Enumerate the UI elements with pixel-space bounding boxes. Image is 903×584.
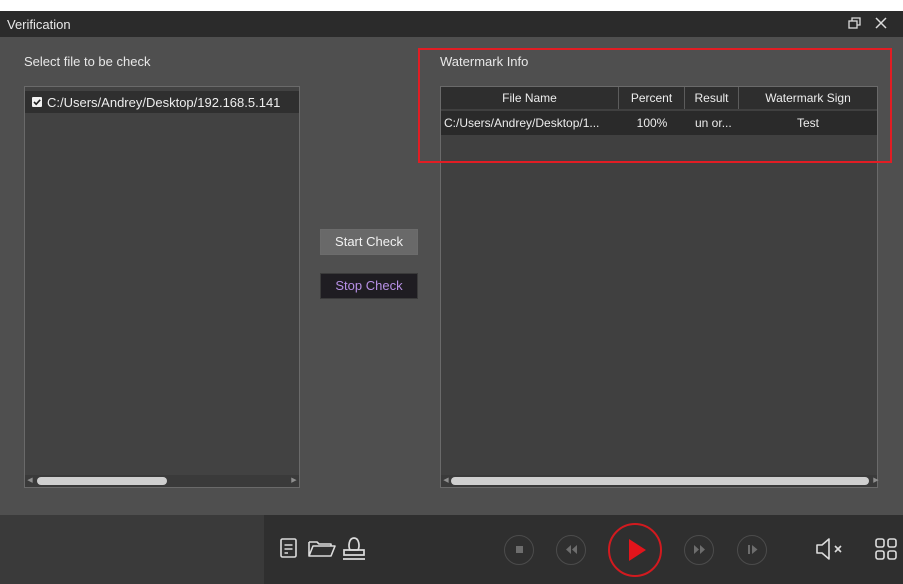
mute-icon[interactable]	[814, 536, 848, 565]
layout-grid-icon[interactable]	[873, 536, 899, 565]
scroll-left-arrow-icon[interactable]: ◀	[441, 475, 451, 487]
scroll-thumb[interactable]	[37, 477, 167, 485]
restore-window-icon[interactable]	[846, 15, 864, 33]
file-list[interactable]: C:/Users/Andrey/Desktop/192.168.5.141 ◀ …	[24, 86, 300, 488]
start-check-button[interactable]: Start Check	[320, 229, 418, 255]
verification-dialog: Verification Select file to be check C:/…	[0, 11, 903, 515]
scroll-thumb[interactable]	[451, 477, 869, 485]
cell-result: un or...	[695, 116, 732, 130]
close-icon[interactable]	[872, 15, 890, 33]
fast-forward-icon[interactable]	[684, 535, 714, 565]
stop-icon[interactable]	[504, 535, 534, 565]
file-list-scrollbar[interactable]: ◀ ▶	[25, 475, 299, 487]
scroll-right-arrow-icon[interactable]: ▶	[871, 475, 881, 487]
stop-check-button[interactable]: Stop Check	[320, 273, 418, 299]
table-header: File Name Percent Result Watermark Sign	[441, 87, 877, 109]
scroll-left-arrow-icon[interactable]: ◀	[25, 475, 35, 487]
cell-watermark-sign: Test	[796, 116, 819, 130]
stamp-icon[interactable]	[340, 534, 368, 565]
cell-file-name: C:/Users/Andrey/Desktop/1...	[444, 116, 600, 130]
title-bar: Verification	[0, 11, 903, 37]
folder-open-icon[interactable]	[307, 538, 337, 561]
column-header-file-name[interactable]: File Name	[441, 87, 619, 109]
table-row[interactable]: C:/Users/Andrey/Desktop/1... 100% un or.…	[441, 111, 877, 135]
file-list-item[interactable]: C:/Users/Andrey/Desktop/192.168.5.141	[25, 91, 299, 113]
watermark-table: File Name Percent Result Watermark Sign …	[440, 86, 879, 488]
file-path: C:/Users/Andrey/Desktop/192.168.5.141	[47, 95, 281, 110]
column-header-result[interactable]: Result	[685, 87, 739, 109]
log-icon[interactable]	[279, 537, 299, 562]
scroll-right-arrow-icon[interactable]: ▶	[289, 475, 299, 487]
rewind-icon[interactable]	[556, 535, 586, 565]
step-forward-icon[interactable]	[737, 535, 767, 565]
cell-percent: 100%	[636, 116, 668, 130]
table-scrollbar[interactable]: ◀ ▶	[441, 475, 879, 487]
select-file-label: Select file to be check	[24, 54, 151, 69]
file-checkbox[interactable]	[32, 97, 42, 107]
toolbar-left-area	[0, 515, 264, 584]
player-toolbar	[0, 515, 903, 584]
column-header-percent[interactable]: Percent	[619, 87, 685, 109]
play-icon[interactable]	[608, 523, 662, 577]
watermark-info-label: Watermark Info	[440, 54, 529, 69]
column-header-watermark-sign[interactable]: Watermark Sign	[739, 87, 877, 109]
window-title: Verification	[7, 17, 71, 32]
